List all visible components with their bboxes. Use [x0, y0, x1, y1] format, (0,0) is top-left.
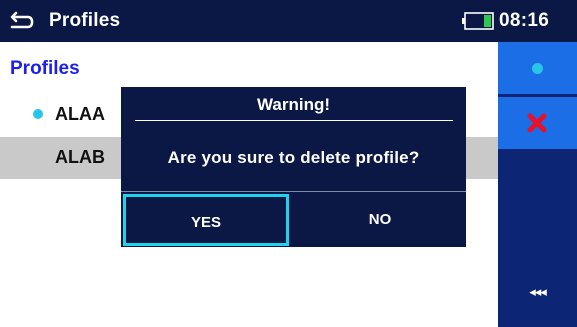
action-sidebar: ◂◂◂ — [498, 42, 577, 327]
back-button[interactable]: ◂◂◂ — [498, 262, 577, 327]
delete-x-icon — [527, 113, 547, 133]
back-arrows-icon: ◂◂◂ — [529, 284, 547, 299]
dialog-divider — [135, 120, 453, 121]
profile-label: ALAA — [55, 104, 105, 124]
active-profile-dot-icon — [33, 109, 43, 119]
warning-dialog: Warning! Are you sure to delete profile?… — [121, 87, 466, 247]
title-bar: Profiles 08:16 — [0, 0, 577, 42]
profile-label: ALAB — [55, 147, 105, 167]
clock-time: 08:16 — [499, 10, 550, 31]
back-arrow-icon[interactable] — [9, 7, 35, 33]
set-active-profile-button[interactable] — [498, 42, 577, 94]
page-title: Profiles — [49, 10, 121, 31]
section-title: Profiles — [10, 58, 80, 79]
no-button[interactable]: NO — [294, 193, 466, 247]
dot-icon — [532, 63, 543, 74]
dialog-message: Are you sure to delete profile? — [167, 148, 420, 167]
battery-icon — [462, 12, 494, 30]
yes-button[interactable]: YES — [123, 194, 289, 246]
dialog-button-separator — [121, 191, 466, 192]
delete-profile-button[interactable] — [498, 97, 577, 149]
dialog-title: Warning! — [256, 95, 331, 114]
